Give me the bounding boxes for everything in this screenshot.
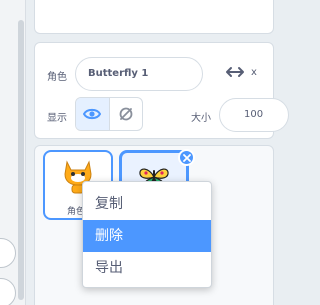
sprite-label: 角色 [47, 72, 67, 83]
hide-sprite-button[interactable] [110, 98, 143, 130]
sprite-context-menu: 复制 删除 导出 [82, 181, 212, 288]
hidden-icon [119, 107, 133, 121]
x-position-arrow-icon [226, 67, 244, 77]
eye-icon [83, 108, 102, 120]
show-sprite-button[interactable] [76, 98, 110, 130]
stage-strip [0, 0, 26, 305]
menu-item-delete[interactable]: 删除 [83, 220, 211, 252]
stage-round-button-2[interactable] [0, 278, 16, 305]
delete-badge-icon [182, 153, 191, 162]
visibility-toggle [75, 97, 143, 131]
menu-item-export[interactable]: 导出 [83, 252, 211, 284]
size-input[interactable]: 100 [219, 98, 289, 132]
sprite-name-input[interactable]: Butterfly 1 [75, 57, 203, 91]
x-position-label: x [251, 67, 257, 78]
stage-round-button-1[interactable] [0, 238, 16, 268]
show-label: 显示 [47, 113, 67, 124]
delete-sprite-badge[interactable] [178, 149, 195, 166]
top-panel [34, 0, 274, 34]
menu-item-duplicate[interactable]: 复制 [83, 188, 211, 220]
stage-scrollbar[interactable] [18, 20, 24, 300]
sprite-info-panel: 角色 Butterfly 1 x 显示 大小 100 [34, 42, 289, 139]
size-label: 大小 [191, 113, 211, 124]
